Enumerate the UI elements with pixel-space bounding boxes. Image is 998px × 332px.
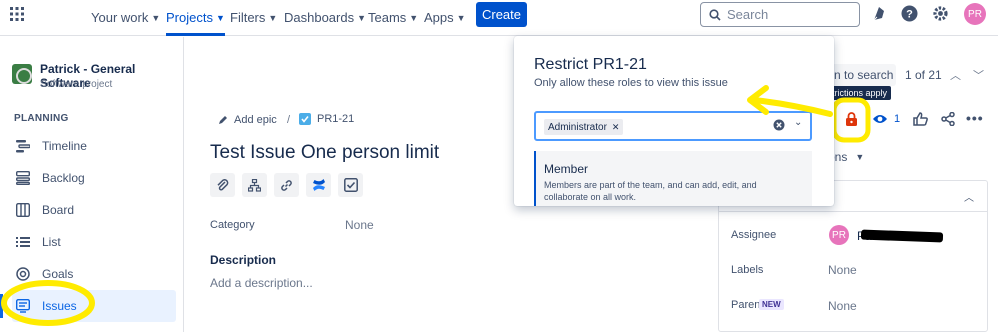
nav-dashboards[interactable]: Dashboards ▼ (284, 0, 366, 36)
assignee-label: Assignee (731, 229, 777, 241)
chevron-down-icon: ▼ (268, 13, 278, 23)
top-navigation: Your work ▼ Projects ▼ Filters ▼ Dashboards… (0, 0, 998, 36)
chevron-down-icon: ▼ (357, 13, 367, 23)
user-avatar[interactable]: PR (964, 3, 986, 25)
issue-key-breadcrumb[interactable]: PR1-21 (299, 113, 354, 125)
list-icon (16, 235, 30, 249)
chevron-down-icon: ▼ (409, 13, 419, 23)
checklist-button[interactable] (338, 173, 363, 197)
watch-button[interactable]: 1 (872, 113, 900, 125)
eye-icon (872, 113, 888, 125)
section-heading: PLANNING (14, 113, 69, 124)
labels-value[interactable]: None (828, 263, 857, 277)
breadcrumb-separator: / (287, 114, 291, 126)
notifications-icon[interactable] (871, 6, 887, 22)
link-issue-button[interactable] (274, 173, 299, 197)
child-issue-button[interactable] (242, 173, 267, 197)
nav-your-work[interactable]: Your work ▼ (91, 0, 160, 36)
search-input[interactable]: Search (700, 2, 860, 27)
attach-button[interactable] (210, 173, 235, 197)
chevron-up-icon[interactable]: ︿ (950, 67, 961, 83)
issue-title[interactable]: Test Issue One person limit (210, 142, 439, 164)
confluence-icon (312, 178, 326, 192)
settings-gear-icon[interactable] (932, 5, 949, 22)
pencil-icon (218, 115, 228, 125)
search-icon (709, 8, 721, 21)
chevron-down-icon: ▼ (215, 13, 225, 23)
new-badge: NEW (759, 299, 784, 310)
nav-teams[interactable]: Teams ▼ (368, 0, 418, 36)
sidebar-item-backlog[interactable]: Backlog (12, 163, 176, 193)
sidebar-item-board[interactable]: Board (12, 195, 176, 225)
project-logo (12, 64, 32, 84)
app-switcher-icon[interactable] (10, 7, 24, 21)
backlog-icon (16, 171, 30, 185)
timeline-icon (16, 139, 30, 153)
category-value[interactable]: None (345, 218, 374, 232)
dialog-subtitle: Only allow these roles to view this issu… (534, 77, 728, 89)
sidebar-item-timeline[interactable]: Timeline (12, 131, 176, 161)
svg-text:?: ? (906, 9, 913, 21)
link-icon (280, 179, 293, 192)
chevron-down-icon: ▼ (456, 13, 466, 23)
chevron-down-icon[interactable]: ﹀ (973, 67, 984, 83)
assignee-avatar: PR (829, 225, 849, 245)
share-icon[interactable] (941, 112, 955, 126)
create-button[interactable]: Create (476, 2, 527, 27)
category-label: Category (210, 219, 255, 231)
chevron-down-icon: ▼ (855, 152, 865, 162)
option-description: Members are part of the team, and can ad… (544, 180, 757, 202)
role-option-member[interactable]: Member Members are part of the team, and… (534, 151, 812, 206)
chevron-down-icon: ▼ (151, 13, 161, 23)
nav-projects[interactable]: Projects ▼ (166, 0, 225, 36)
thumbs-up-icon[interactable] (913, 112, 928, 126)
add-epic-link[interactable]: Add epic (218, 114, 277, 126)
sidebar-item-list[interactable]: List (12, 227, 176, 257)
hierarchy-icon (248, 178, 261, 192)
help-icon[interactable]: ? (901, 5, 918, 22)
nav-filters[interactable]: Filters ▼ (230, 0, 277, 36)
labels-label: Labels (731, 264, 764, 276)
nav-apps[interactable]: Apps ▼ (424, 0, 466, 36)
annotation-arrow (747, 85, 833, 117)
description-field[interactable]: Add a description... (210, 276, 313, 290)
dialog-title: Restrict PR1-21 (534, 56, 647, 73)
divider (719, 211, 987, 212)
selected-role-tag: Administrator ✕ (544, 119, 624, 135)
option-title: Member (544, 162, 589, 176)
board-icon (16, 203, 30, 217)
confluence-button[interactable] (306, 173, 331, 197)
collapse-chevron-icon[interactable]: ︿ (964, 189, 974, 204)
task-checkbox-icon (299, 113, 311, 125)
checkbox-icon (343, 178, 358, 192)
highlight-circle-issues (1, 280, 95, 326)
parent-value[interactable]: None (828, 299, 857, 313)
more-actions-icon[interactable]: ••• (966, 110, 984, 126)
project-type: Software project (40, 79, 113, 90)
remove-tag-icon[interactable]: ✕ (612, 122, 620, 133)
search-placeholder: Search (727, 7, 769, 22)
description-heading: Description (210, 253, 277, 267)
pager-text: 1 of 21 (905, 68, 942, 82)
paperclip-icon (216, 178, 229, 192)
